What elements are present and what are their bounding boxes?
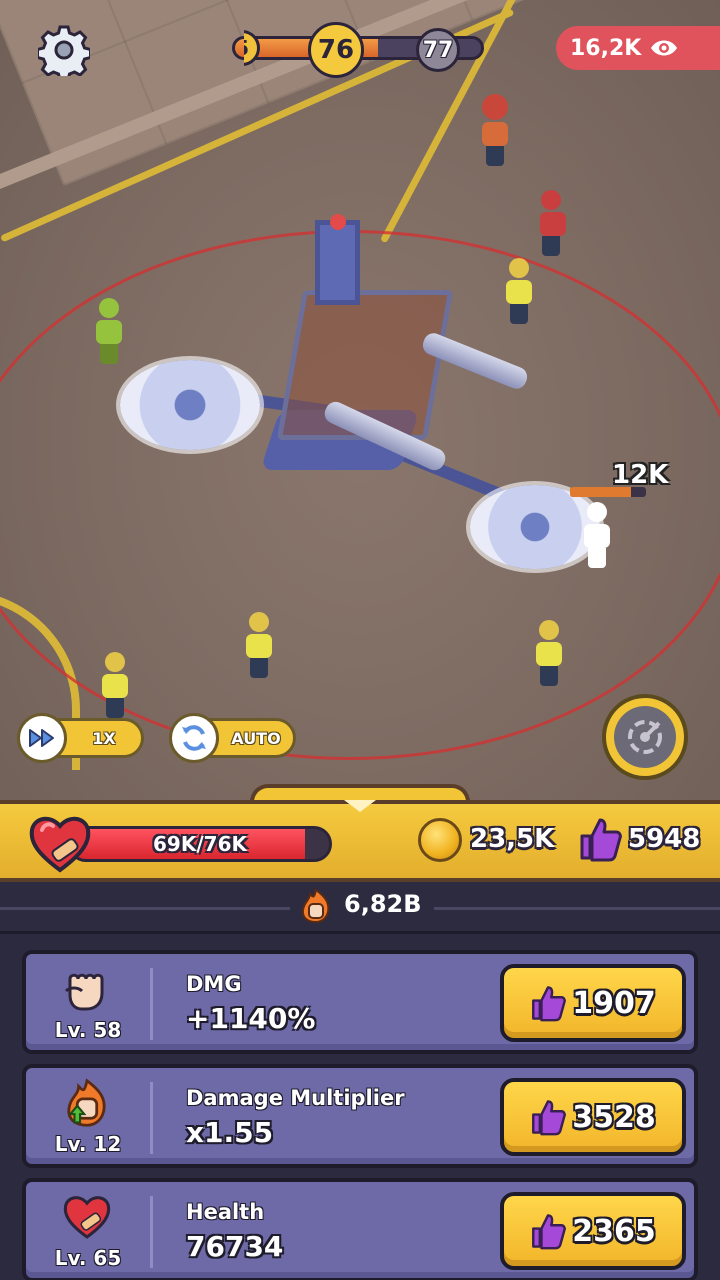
zombie-enemy (482, 94, 508, 166)
saw-blade (462, 477, 608, 577)
likes-count: 5948 (628, 824, 701, 854)
settings-button[interactable] (36, 22, 92, 78)
thumbs-up-icon (532, 1100, 567, 1136)
zombie-enemy (536, 620, 562, 686)
fire-fist-icon (67, 1078, 106, 1127)
upgrade-card-health: Lv. 65 Health 76734 2365 (22, 1178, 698, 1280)
speed-toggle-button[interactable]: 1X (17, 713, 144, 763)
siren-beacon (330, 214, 346, 230)
machine-tower (315, 220, 360, 305)
upgrade-buy-button[interactable]: 3528 (500, 1078, 686, 1156)
zombie-enemy (506, 258, 532, 324)
upgrade-buy-button[interactable]: 1907 (500, 964, 686, 1042)
upgrade-value: 76734 (186, 1230, 284, 1263)
heart-bandage-icon (63, 1196, 111, 1239)
level-progress: 75 76 77 (232, 22, 484, 78)
upgrade-name: DMG (186, 972, 242, 996)
auto-label: AUTO (231, 728, 281, 748)
zombie-enemy (246, 612, 272, 678)
upgrade-cost: 3528 (572, 1099, 656, 1135)
upgrade-card-damage: Lv. 58 DMG +1140% 1907 (22, 950, 698, 1054)
upgrade-cost: 2365 (572, 1213, 656, 1249)
total-power-value: 6,82B (344, 890, 422, 918)
coin-count: 23,5K (470, 824, 555, 854)
special-skill-button[interactable] (602, 694, 688, 780)
fast-forward-icon (29, 729, 54, 747)
thumbs-up-icon (532, 1214, 567, 1250)
upgrade-cost: 1907 (572, 985, 656, 1021)
saw-skill-icon (628, 720, 662, 754)
zombie-enemy (96, 298, 122, 364)
zombie-enemy (102, 652, 128, 718)
viewer-count: 16,2K (556, 26, 720, 70)
upgrade-name: Health (186, 1200, 265, 1224)
zombie-enemy-hit (584, 502, 610, 568)
upgrade-level: Lv. 12 (54, 1132, 122, 1156)
thumbs-up-icon (532, 986, 567, 1022)
floating-damage-text: 12K (612, 460, 669, 490)
eye-icon (651, 40, 678, 56)
next-level-badge: 77 (416, 28, 460, 72)
saw-blade (112, 352, 268, 458)
viewer-count-text: 16,2K (570, 35, 642, 61)
player-war-machine (100, 200, 640, 600)
zombie-enemy (540, 190, 566, 256)
upgrade-card-damage-multiplier: Lv. 12 Damage Multiplier x1.55 3528 (22, 1064, 698, 1168)
coin-icon (418, 818, 462, 862)
speed-label: 1X (92, 728, 116, 748)
gear-icon (38, 25, 90, 76)
refresh-icon (182, 725, 206, 751)
fist-icon (64, 973, 104, 1011)
auto-mode-button[interactable]: AUTO (169, 713, 296, 763)
health-text: 69K/76K (153, 832, 247, 856)
game-scene[interactable]: 12K (0, 0, 720, 800)
player-health: 69K/76K (28, 814, 332, 873)
upgrade-level: Lv. 58 (54, 1018, 122, 1042)
thumbs-up-icon (580, 818, 622, 862)
upgrade-buy-button[interactable]: 2365 (500, 1192, 686, 1270)
upgrade-level: Lv. 65 (54, 1246, 122, 1270)
fire-fist-icon (301, 888, 330, 924)
upgrade-name: Damage Multiplier (186, 1086, 405, 1110)
upgrade-value: x1.55 (186, 1116, 274, 1149)
current-level-badge: 76 (308, 22, 364, 78)
upgrade-value: +1140% (186, 1002, 316, 1035)
collapse-chevron-icon[interactable] (344, 800, 376, 812)
heart-icon (29, 816, 91, 873)
